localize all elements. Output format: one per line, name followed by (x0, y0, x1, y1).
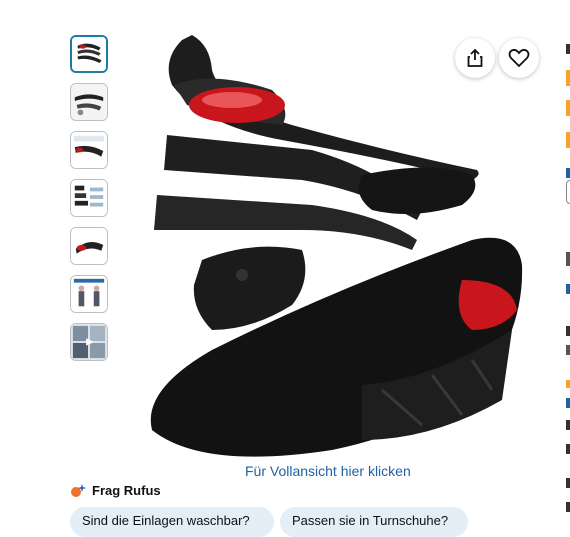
rufus-chip[interactable]: Sind die Einlagen waschbar? (70, 507, 274, 537)
truncated-text (566, 345, 570, 355)
thumbnail-3[interactable] (70, 131, 108, 169)
insole-thumbnail-image (71, 180, 107, 216)
truncated-text (566, 326, 570, 336)
insole-thumbnail-image (71, 132, 107, 168)
truncated-link (566, 284, 570, 294)
rufus-header: Frag Rufus (70, 483, 161, 498)
product-details-column (560, 0, 570, 522)
truncated-text (566, 420, 570, 430)
truncated-selector (566, 180, 570, 204)
truncated-link (566, 168, 570, 178)
wishlist-button[interactable] (499, 38, 539, 78)
rufus-label: Frag Rufus (92, 483, 161, 498)
truncated-badge (566, 100, 570, 116)
truncated-badge (566, 132, 570, 148)
insole-thumbnail-image (71, 228, 107, 264)
share-icon (467, 48, 483, 67)
insole-thumbnail-image (71, 324, 107, 360)
fullview-link[interactable]: Für Vollansicht hier klicken (245, 463, 411, 479)
thumbnail-strip (70, 35, 110, 371)
thumbnail-6[interactable] (70, 275, 108, 313)
truncated-text (566, 502, 570, 512)
thumbnail-4[interactable] (70, 179, 108, 217)
thumbnail-1[interactable] (70, 35, 108, 73)
insole-thumbnail-image (71, 276, 107, 312)
rufus-sparkle-icon (71, 483, 86, 497)
main-product-image[interactable] (132, 30, 532, 460)
truncated-text (566, 252, 570, 266)
share-button[interactable] (455, 38, 495, 78)
thumbnail-7[interactable] (70, 323, 108, 361)
truncated-badge (566, 70, 570, 86)
truncated-text (566, 444, 570, 454)
thumbnail-2[interactable] (70, 83, 108, 121)
insole-thumbnail-image (72, 37, 106, 71)
truncated-text (566, 44, 570, 54)
thumbnail-5[interactable] (70, 227, 108, 265)
truncated-badge (566, 380, 570, 388)
truncated-text (566, 478, 570, 488)
insole-thumbnail-image (71, 84, 107, 120)
insole-product-image (150, 35, 523, 457)
rufus-chips: Sind die Einlagen waschbar? Passen sie i… (70, 507, 468, 537)
heart-icon (508, 48, 530, 68)
rufus-chip[interactable]: Passen sie in Turnschuhe? (280, 507, 468, 537)
truncated-link (566, 398, 570, 408)
